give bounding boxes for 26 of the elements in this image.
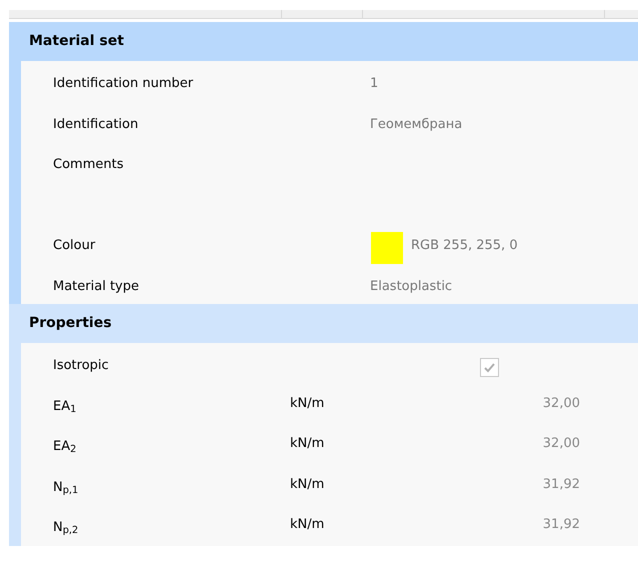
property-label: Comments bbox=[53, 156, 124, 174]
property-value: 1 bbox=[370, 75, 378, 93]
unit-label: kN/m bbox=[290, 516, 324, 534]
section-header: Properties bbox=[9, 304, 638, 343]
property-value: Геомембрана bbox=[370, 116, 462, 134]
property-label: EA$_{1}$ bbox=[53, 398, 76, 416]
property-value: 31,92 bbox=[542, 476, 580, 494]
unit-label: kN/m bbox=[290, 476, 324, 494]
property-label: Colour bbox=[53, 237, 96, 255]
property-value: 31,92 bbox=[542, 516, 580, 534]
property-value: Elastoplastic bbox=[370, 278, 452, 296]
property-label: Material type bbox=[53, 278, 139, 296]
property-value: 32,00 bbox=[542, 394, 580, 412]
unit-label: kN/m bbox=[290, 394, 324, 412]
property-label: N$_{p,2}$ bbox=[53, 519, 78, 538]
checkmark-icon bbox=[483, 361, 496, 374]
property-label: Identification bbox=[53, 116, 138, 134]
isotropic-checkbox[interactable] bbox=[480, 358, 499, 377]
property-label: Isotropic bbox=[53, 357, 109, 375]
property-value: 32,00 bbox=[542, 435, 580, 453]
property-label: N$_{p,1}$ bbox=[53, 478, 78, 497]
section-header: Material set bbox=[9, 22, 638, 61]
unit-label: kN/m bbox=[290, 435, 324, 453]
property-label: EA$_{2}$ bbox=[53, 438, 76, 456]
property-value: RGB 255, 255, 0 bbox=[411, 237, 518, 255]
property-label: Identification number bbox=[53, 75, 194, 93]
